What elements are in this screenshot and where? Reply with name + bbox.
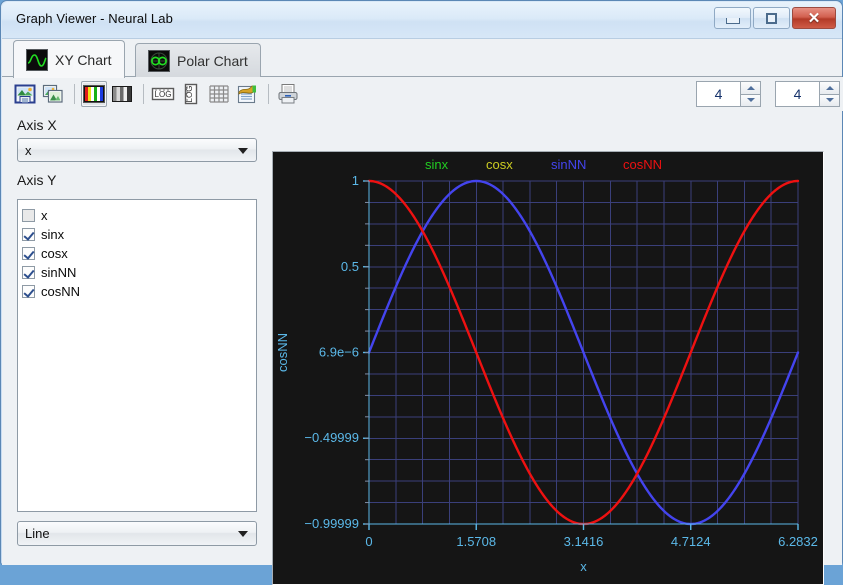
minimize-button[interactable] [714, 7, 751, 29]
xy-chart-icon [26, 48, 48, 71]
axis-x-label: Axis X [17, 117, 57, 133]
chevron-down-icon [238, 148, 248, 154]
toolbar-separator [143, 84, 144, 104]
minimize-icon [725, 17, 740, 24]
series-label: sinNN [41, 264, 77, 280]
spinner-right-up-button[interactable] [819, 81, 840, 94]
axis-y-label: Axis Y [17, 172, 57, 188]
grayscale-palette-icon[interactable] [109, 81, 135, 107]
chevron-down-icon [825, 98, 834, 103]
spinner-right-buttons [819, 81, 840, 107]
log-x-icon[interactable]: LOG [150, 81, 176, 107]
toolbar-separator [268, 84, 269, 104]
tab-polar-chart-label: Polar Chart [177, 52, 248, 69]
svg-text:0: 0 [365, 534, 372, 549]
client-area: XY Chart Polar Chart LOG LOG 4 4 Axis X … [2, 38, 843, 585]
plot-type-select[interactable]: Line [17, 521, 257, 546]
tab-polar-chart[interactable]: Polar Chart [135, 43, 261, 77]
close-button[interactable]: ✕ [792, 7, 836, 29]
tab-strip: XY Chart Polar Chart [2, 39, 842, 78]
series-label: x [41, 207, 48, 223]
spinner-group: 4 4 [696, 81, 840, 107]
series-label: cosx [41, 245, 68, 261]
close-icon: ✕ [807, 9, 821, 27]
spinner-right-value[interactable]: 4 [775, 81, 819, 107]
series-checkbox-cosnn[interactable] [22, 284, 35, 298]
svg-text:cosNN: cosNN [623, 157, 662, 172]
restore-button[interactable] [753, 7, 790, 29]
svg-text:−0.49999: −0.49999 [304, 430, 359, 445]
tab-xy-chart[interactable]: XY Chart [13, 40, 125, 78]
save-image-icon[interactable] [12, 81, 38, 107]
list-item[interactable]: cosNN [22, 282, 256, 300]
polar-chart-icon [148, 49, 170, 72]
window-controls: ✕ [714, 7, 836, 29]
svg-text:3.1416: 3.1416 [564, 534, 604, 549]
title-bar: Graph Viewer - Neural Lab ✕ [2, 2, 842, 38]
svg-text:6.2832: 6.2832 [778, 534, 818, 549]
chevron-up-icon [825, 85, 834, 90]
list-item[interactable]: sinx [22, 225, 256, 243]
spinner-right-down-button[interactable] [819, 93, 840, 107]
axis-y-series-list[interactable]: x sinx cosx sinNN cosNN [17, 199, 257, 512]
svg-text:cosx: cosx [486, 157, 513, 172]
chevron-down-icon [238, 531, 248, 537]
series-label: cosNN [41, 283, 81, 299]
svg-text:x: x [580, 559, 587, 574]
spinner-left-down-button[interactable] [740, 93, 761, 107]
series-checkbox-sinx[interactable] [22, 227, 35, 241]
plot-type-select-value: Line [25, 526, 50, 541]
spinner-left-value[interactable]: 4 [696, 81, 740, 107]
spinner-left-up-button[interactable] [740, 81, 761, 94]
axis-x-select[interactable]: x [17, 138, 257, 162]
svg-text:−0.99999: −0.99999 [304, 516, 359, 531]
svg-text:cosNN: cosNN [275, 333, 290, 372]
series-checkbox-cosx[interactable] [22, 246, 35, 260]
svg-text:6.9e−6: 6.9e−6 [319, 344, 359, 359]
list-item[interactable]: sinNN [22, 263, 256, 281]
svg-text:1: 1 [352, 173, 359, 188]
chart-panel[interactable]: sinx cosx sinNN cosNN 1 0.5 6.9e−6 −0.49999 −0.9… [272, 151, 824, 585]
svg-text:1.5708: 1.5708 [456, 534, 496, 549]
grid-icon[interactable] [206, 81, 232, 107]
svg-text:sinx: sinx [425, 157, 449, 172]
svg-text:LOG: LOG [155, 90, 172, 99]
svg-text:0.5: 0.5 [341, 259, 359, 274]
copy-images-icon[interactable] [40, 81, 66, 107]
toolbar: LOG LOG 4 4 [2, 77, 843, 111]
series-checkbox-sinnn[interactable] [22, 265, 35, 279]
tab-xy-chart-label: XY Chart [55, 51, 112, 68]
application-window: Graph Viewer - Neural Lab ✕ XY Chart Pol… [0, 0, 843, 585]
axis-x-select-value: x [25, 142, 32, 158]
log-y-icon[interactable]: LOG [178, 81, 204, 107]
data-table-icon[interactable] [234, 81, 260, 107]
xy-chart[interactable]: sinx cosx sinNN cosNN 1 0.5 6.9e−6 −0.49999 −0.9… [273, 152, 823, 584]
series-checkbox-x[interactable] [22, 208, 35, 222]
spinner-left[interactable]: 4 [696, 81, 761, 107]
restore-icon [766, 12, 777, 24]
spinner-right[interactable]: 4 [775, 81, 840, 107]
svg-text:4.7124: 4.7124 [671, 534, 711, 549]
window-title: Graph Viewer - Neural Lab [16, 11, 173, 26]
list-item[interactable]: cosx [22, 244, 256, 262]
series-label: sinx [41, 226, 65, 242]
spinner-left-buttons [740, 81, 761, 107]
list-item[interactable]: x [22, 206, 256, 224]
chevron-up-icon [746, 85, 755, 90]
sidebar: Axis X x Axis Y x sinx cosx sinNN cosNN … [2, 115, 272, 563]
print-icon[interactable] [275, 81, 301, 107]
svg-text:sinNN: sinNN [551, 157, 586, 172]
chevron-down-icon [746, 98, 755, 103]
color-palette-icon[interactable] [81, 81, 107, 107]
toolbar-separator [74, 84, 75, 104]
